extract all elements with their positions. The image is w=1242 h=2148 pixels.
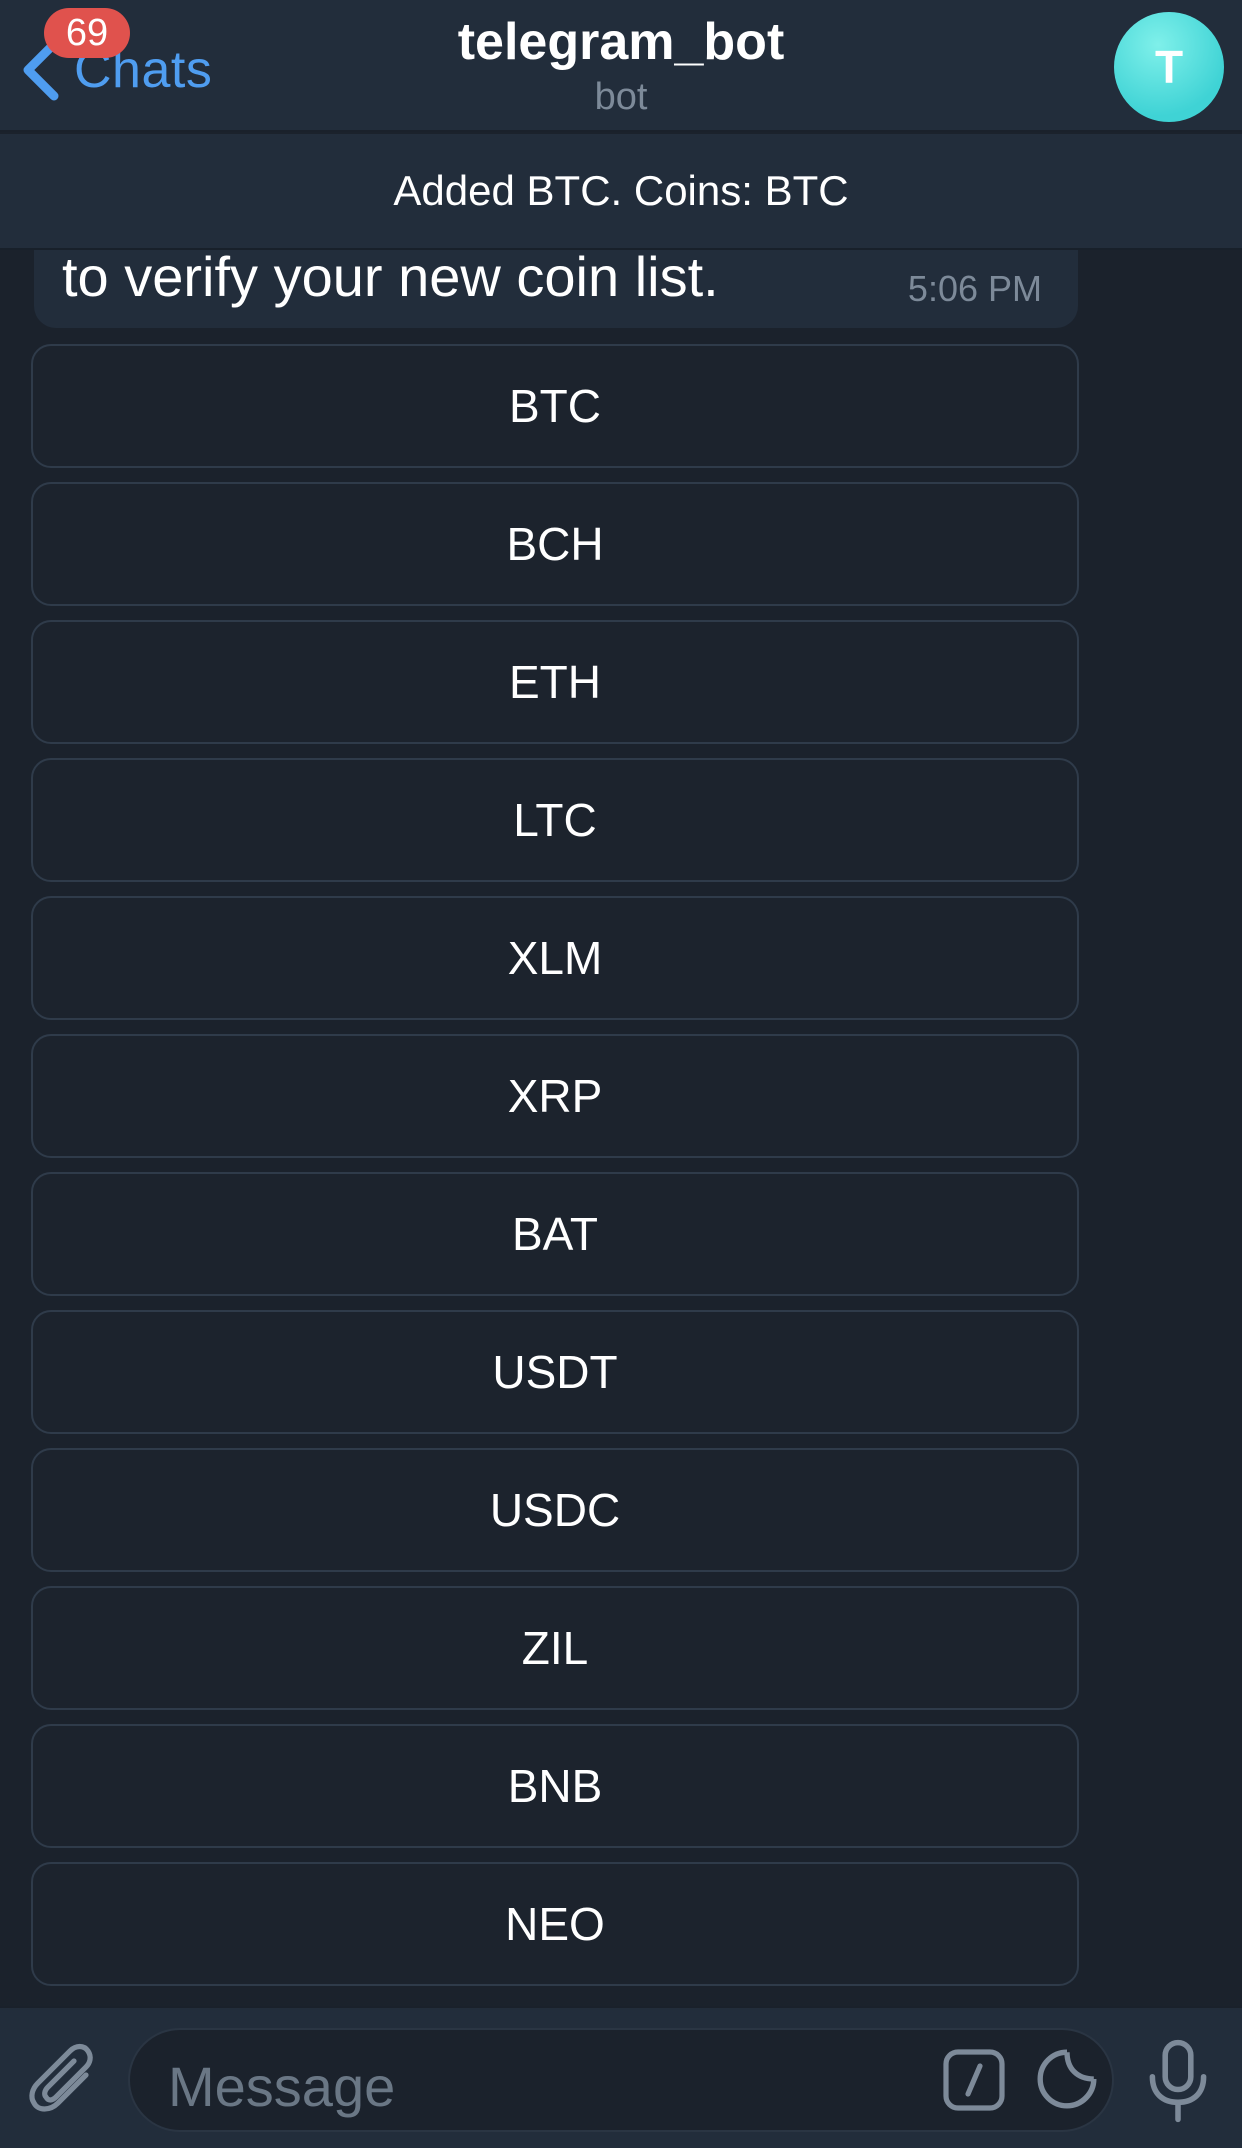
chat-header: Chats 69 telegram_bot bot T: [0, 0, 1242, 132]
keyboard-button[interactable]: XLM: [31, 896, 1079, 1020]
keyboard-button[interactable]: USDC: [31, 1448, 1079, 1572]
chat-title-block[interactable]: telegram_bot bot: [0, 10, 1242, 120]
microphone-icon[interactable]: [1146, 2038, 1210, 2124]
keyboard-button[interactable]: NEO: [31, 1862, 1079, 1986]
message-input[interactable]: Message: [128, 2028, 1114, 2132]
keyboard-button[interactable]: BTC: [31, 344, 1079, 468]
composer-bar: Message: [0, 2006, 1242, 2148]
keyboard-button[interactable]: XRP: [31, 1034, 1079, 1158]
pinned-message-bar[interactable]: Added BTC. Coins: BTC: [0, 134, 1242, 250]
message-time: 5:06 PM: [907, 268, 1042, 309]
chat-title: telegram_bot: [457, 13, 785, 71]
message-placeholder: Message: [168, 2055, 396, 2118]
slash-command-icon[interactable]: [942, 2048, 1006, 2112]
keyboard-button[interactable]: BNB: [31, 1724, 1079, 1848]
keyboard-button[interactable]: USDT: [31, 1310, 1079, 1434]
sticker-icon[interactable]: [1034, 2046, 1100, 2112]
keyboard-button[interactable]: BAT: [31, 1172, 1079, 1296]
chat-subtitle: bot: [594, 76, 648, 118]
keyboard-button[interactable]: LTC: [31, 758, 1079, 882]
paperclip-icon[interactable]: [28, 2040, 100, 2122]
pinned-message-text: Added BTC. Coins: BTC: [393, 167, 849, 214]
keyboard-button[interactable]: BCH: [31, 482, 1079, 606]
keyboard-button[interactable]: ZIL: [31, 1586, 1079, 1710]
avatar[interactable]: T: [1114, 12, 1224, 122]
keyboard-button[interactable]: ETH: [31, 620, 1079, 744]
message-text: to verify your new coin list.: [62, 245, 719, 308]
